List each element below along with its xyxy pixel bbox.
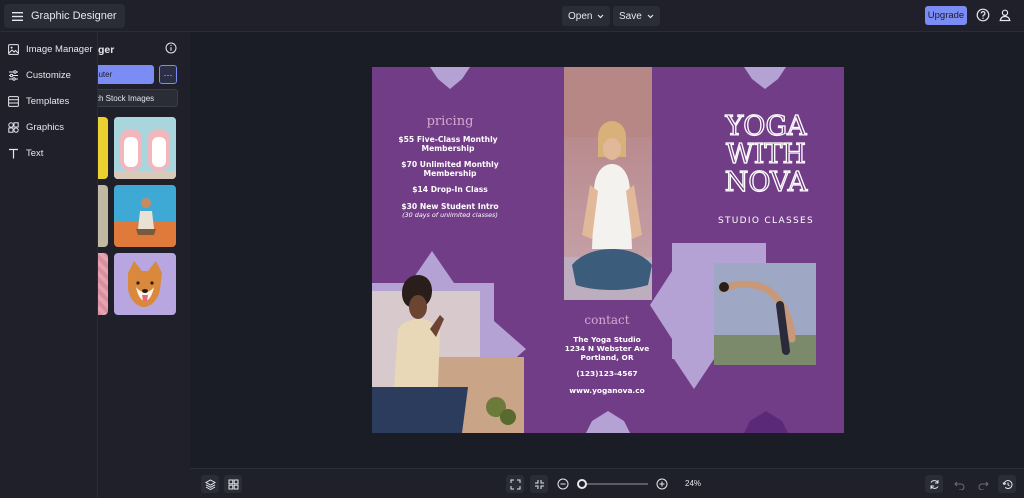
- star-decoration: [586, 411, 630, 433]
- price-line: Membership: [422, 144, 475, 153]
- more-options-button[interactable]: ···: [159, 65, 177, 84]
- price-line: $14 Drop-In Class: [412, 185, 488, 194]
- star-decoration: [430, 67, 470, 89]
- help-icon[interactable]: [976, 8, 990, 22]
- undo-icon: [953, 481, 964, 490]
- grid-icon: [228, 479, 238, 489]
- refresh-icon: [930, 479, 938, 489]
- main-menu-button[interactable]: Graphic Designer: [4, 4, 125, 28]
- pricing-title: pricing: [427, 114, 474, 129]
- refresh-button[interactable]: [925, 475, 943, 493]
- chevron-down-icon: [598, 14, 604, 18]
- image-thumbnail[interactable]: [98, 117, 108, 179]
- shrink-button[interactable]: [530, 475, 548, 493]
- contact-website: www.yoganova.co: [569, 386, 644, 395]
- thumbnail-desert-image: [114, 185, 176, 247]
- top-toolbar: Graphic Designer Open Save Upgrade: [0, 0, 1024, 32]
- info-icon[interactable]: [165, 42, 177, 54]
- brochure-design[interactable]: pricing $55 Five-Class Monthly Membershi…: [372, 67, 844, 433]
- redo-icon: [978, 481, 989, 490]
- contact-line: Portland, OR: [580, 353, 633, 362]
- sidebar-item-label: Templates: [26, 95, 70, 107]
- open-label: Open: [568, 10, 593, 22]
- price-note: (30 days of unlimited classes): [402, 211, 498, 219]
- layers-button[interactable]: [201, 475, 219, 493]
- price-line: $70 Unlimited Monthly: [401, 160, 498, 169]
- sidebar-item-text[interactable]: Text: [8, 145, 43, 161]
- fit-to-screen-button[interactable]: [506, 475, 524, 493]
- thumbnail-doors-image: [114, 117, 176, 179]
- left-sidebar: Image Manager Customize Templates Graphi…: [0, 32, 98, 498]
- sidebar-item-customize[interactable]: Customize: [8, 67, 71, 83]
- meditation-photo: [564, 67, 652, 300]
- zoom-in-icon[interactable]: [656, 478, 668, 490]
- grid-button[interactable]: [224, 475, 242, 493]
- backbend-photo: [714, 263, 816, 365]
- search-stock-images-button[interactable]: ch Stock Images: [98, 89, 178, 107]
- contact-line: 1234 N Webster Ave: [565, 344, 650, 353]
- sidebar-item-image-manager[interactable]: Image Manager: [8, 41, 93, 57]
- hamburger-icon: [12, 11, 23, 21]
- star-decoration: [744, 67, 786, 89]
- sidebar-item-label: Image Manager: [26, 43, 93, 55]
- save-button[interactable]: Save: [613, 6, 660, 26]
- sidebar-item-templates[interactable]: Templates: [8, 93, 69, 109]
- contact-title: contact: [584, 313, 629, 327]
- redo-button[interactable]: [974, 475, 992, 493]
- price-line: Membership: [424, 169, 477, 178]
- headline-line: NOVA: [725, 167, 808, 198]
- image-thumbnail[interactable]: [114, 185, 176, 247]
- chevron-down-icon: [647, 14, 654, 18]
- zoom-slider-track[interactable]: [578, 483, 648, 485]
- image-thumbnail[interactable]: [114, 253, 176, 315]
- image-thumbnail[interactable]: [114, 117, 176, 179]
- layers-icon: [204, 478, 216, 490]
- zoom-level: 24%: [685, 479, 702, 488]
- bottom-toolbar: 24%: [190, 468, 1024, 498]
- shapes-icon: [8, 121, 19, 133]
- zoom-out-icon[interactable]: [557, 478, 569, 490]
- shrink-icon: [534, 479, 544, 489]
- studio-subtitle: STUDIO CLASSES: [718, 216, 814, 226]
- expand-icon: [510, 479, 520, 489]
- text-icon: [9, 148, 18, 158]
- contact-line: The Yoga Studio: [573, 335, 641, 344]
- sliders-icon: [9, 69, 18, 81]
- thumbnail-dog-image: [114, 253, 176, 315]
- price-line: $30 New Student Intro: [401, 202, 498, 211]
- panel-title: ger: [98, 44, 115, 56]
- headline-line: YOGA: [724, 111, 807, 142]
- account-icon[interactable]: [998, 8, 1012, 22]
- star-decoration: [744, 411, 788, 433]
- image-thumbnail[interactable]: [98, 185, 108, 247]
- templates-icon: [8, 95, 19, 107]
- contact-phone: (123)123-4567: [576, 369, 637, 378]
- save-label: Save: [619, 10, 642, 22]
- upgrade-button[interactable]: Upgrade: [925, 6, 967, 25]
- app-title: Graphic Designer: [31, 10, 117, 22]
- sidebar-item-label: Customize: [26, 69, 71, 81]
- brochure-artwork: pricing $55 Five-Class Monthly Membershi…: [372, 67, 816, 433]
- history-icon: [1002, 479, 1012, 489]
- headline-line: WITH: [726, 139, 806, 170]
- upload-from-computer-button[interactable]: puter: [98, 65, 154, 84]
- price-line: $55 Five-Class Monthly: [398, 135, 497, 144]
- sidebar-item-label: Graphics: [26, 121, 65, 133]
- zoom-slider-handle[interactable]: [576, 479, 587, 489]
- open-button[interactable]: Open: [562, 6, 611, 26]
- image-manager-panel: ger puter ··· ch Stock Images: [98, 32, 190, 498]
- undo-button[interactable]: [950, 475, 968, 493]
- image-thumbnail[interactable]: [98, 253, 108, 315]
- sidebar-item-label: Text: [26, 147, 44, 159]
- sidebar-item-graphics[interactable]: Graphics: [8, 119, 64, 135]
- history-button[interactable]: [998, 475, 1016, 493]
- image-icon: [8, 43, 19, 55]
